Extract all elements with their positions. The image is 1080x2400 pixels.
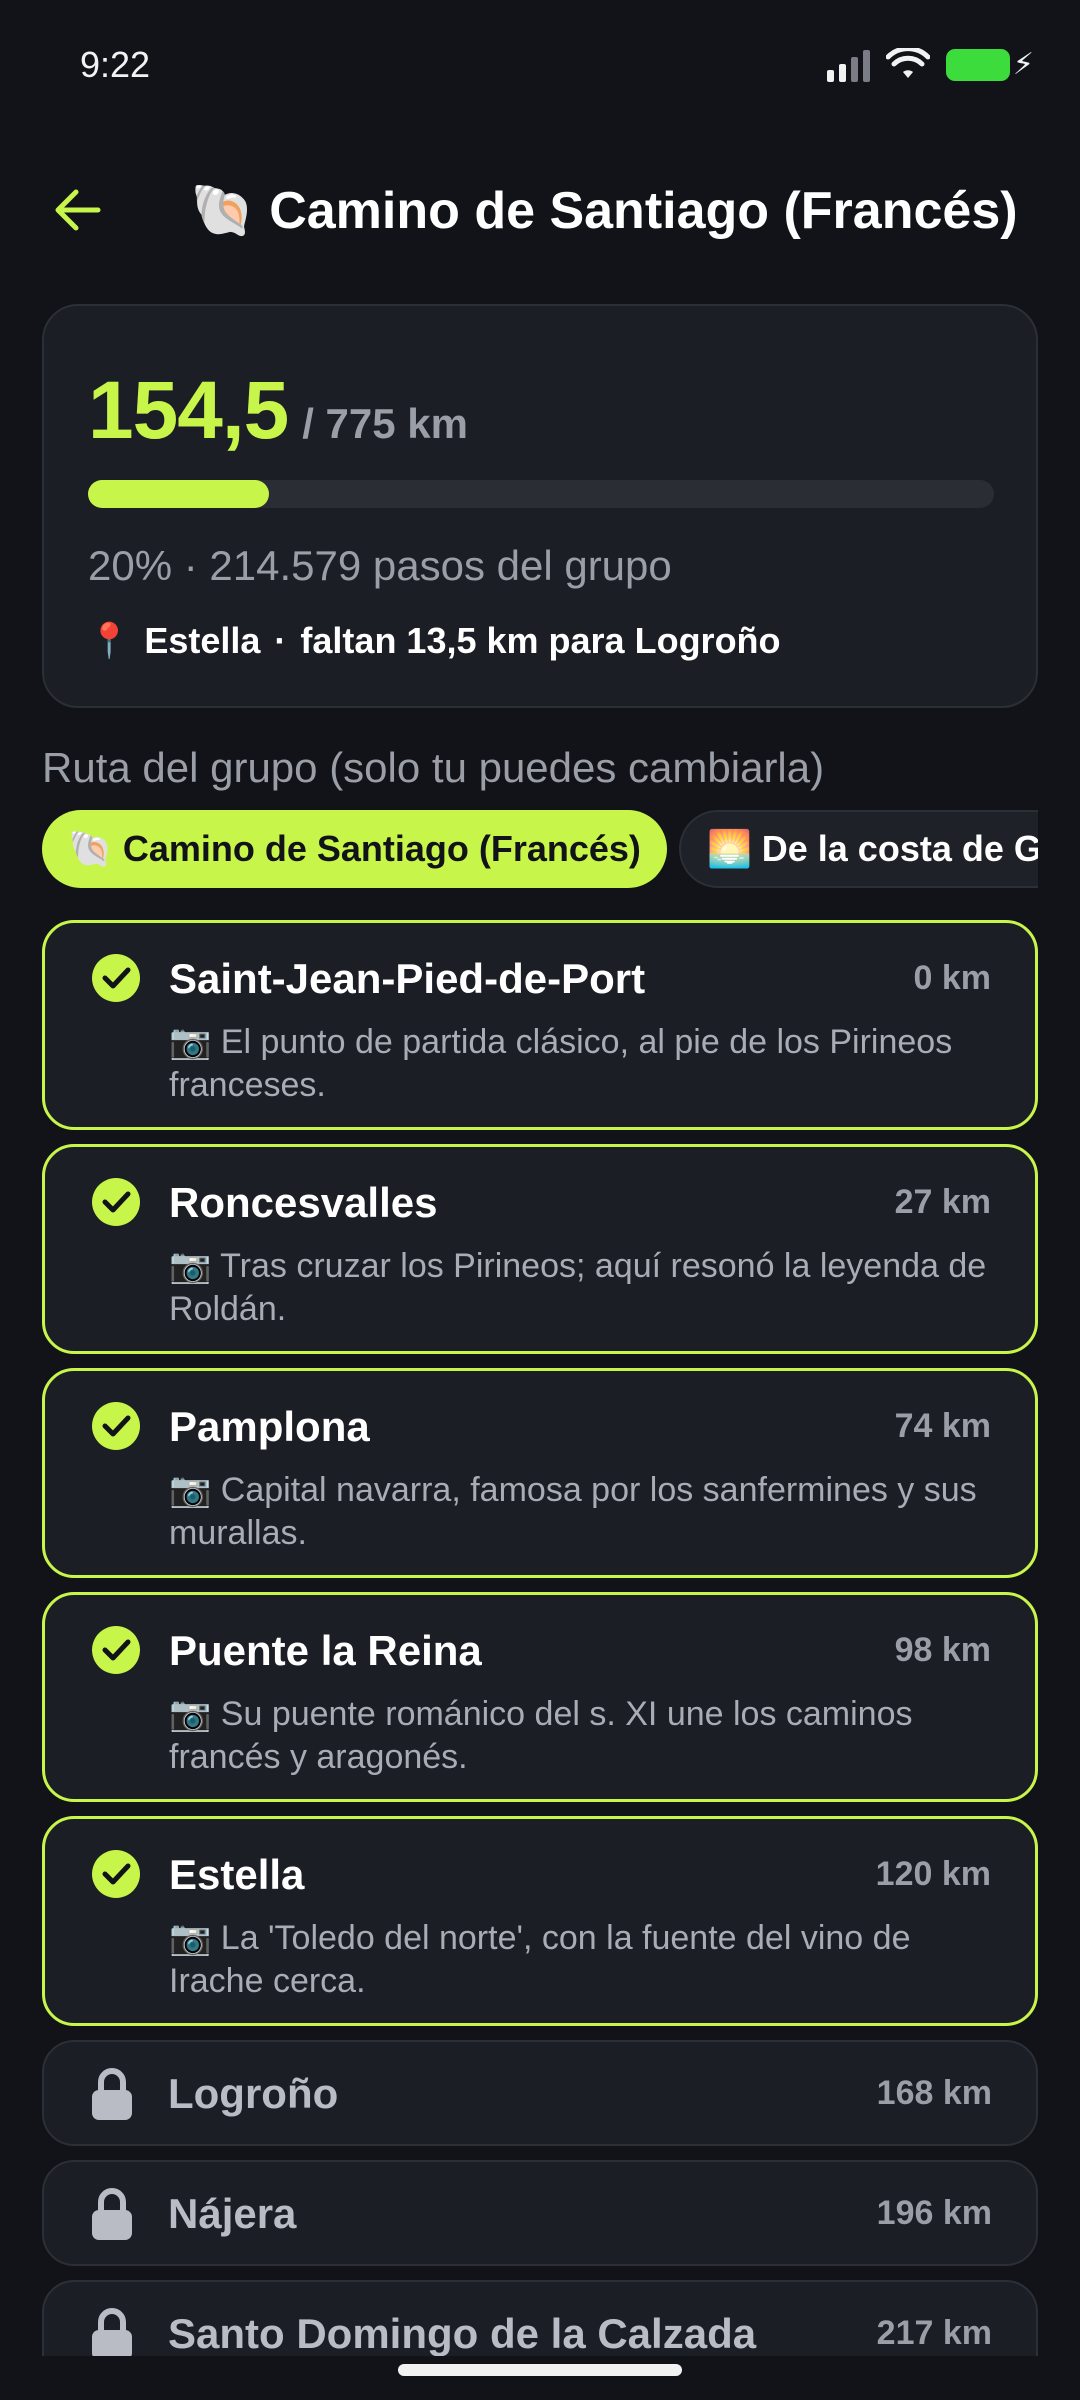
page-title: 🐚 Camino de Santiago (Francés)	[190, 182, 1018, 240]
lock-icon	[90, 2306, 134, 2360]
stop-name: Puente la Reina	[169, 1627, 482, 1674]
km-total: / 775 km	[302, 400, 468, 447]
progress-card: 154,5 / 775 km 20% · 214.579 pasos del g…	[42, 304, 1038, 708]
stop-card[interactable]: Saint-Jean-Pied-de-Port 0 km 📷 El punto de…	[42, 920, 1038, 1130]
separator-dot: ·	[274, 620, 287, 661]
stop-card[interactable]: Estella 120 km 📷 La 'Toledo del norte', co…	[42, 1816, 1038, 2026]
stop-description: 📷 Tras cruzar los Pirineos; aquí resonó …	[169, 1247, 987, 1328]
status-bar: 9:22 ⚡	[0, 0, 1080, 130]
stop-name: Nájera	[168, 2190, 297, 2237]
location-name: Estella	[144, 620, 261, 661]
wifi-icon	[886, 48, 930, 78]
stop-distance: 168 km	[876, 2074, 992, 2112]
home-indicator[interactable]	[398, 2364, 682, 2376]
stop-distance: 27 km	[894, 1183, 991, 1221]
lock-icon	[90, 2186, 134, 2247]
stop-distance: 120 km	[875, 1855, 991, 1893]
check-circle-icon	[91, 953, 141, 1008]
map-pin-icon: 📍	[88, 622, 131, 660]
stop-card[interactable]: Puente la Reina 98 km 📷 Su puente románico…	[42, 1592, 1038, 1802]
lock-icon	[90, 2066, 134, 2127]
stop-card[interactable]: Pamplona 74 km 📷 Capital navarra, famosa p…	[42, 1368, 1038, 1578]
stop-name: Saint-Jean-Pied-de-Port	[169, 955, 646, 1002]
stop-distance: 0 km	[913, 959, 992, 997]
bottom-fade	[0, 2356, 1080, 2400]
stop-distance: 217 km	[876, 2314, 992, 2352]
stop-card[interactable]: Santo Domingo de la Calzada 217 km	[42, 2280, 1038, 2360]
km-done: 154,5	[88, 365, 289, 456]
check-circle-icon	[91, 1401, 141, 1456]
stop-card[interactable]: Roncesvalles 27 km 📷 Tras cruzar los Pirin…	[42, 1144, 1038, 1354]
status-icons: ⚡	[827, 48, 1034, 82]
cellular-signal-icon	[827, 48, 870, 82]
stop-description: 📷 Su puente románico del s. XI une los c…	[169, 1695, 913, 1776]
stop-name: Estella	[169, 1851, 305, 1898]
stops-list: Saint-Jean-Pied-de-Port 0 km 📷 El punto de…	[42, 920, 1038, 2360]
stop-card[interactable]: Nájera 196 km	[42, 2160, 1038, 2266]
arrow-left-icon	[55, 189, 101, 231]
current-location: 📍 Estella · faltan 13,5 km para Logroño	[88, 620, 781, 662]
distance-summary: 154,5 / 775 km	[88, 364, 468, 458]
progress-bar	[88, 480, 994, 508]
stop-name: Pamplona	[169, 1403, 370, 1450]
stop-description: 📷 El punto de partida clásico, al pie de…	[169, 1023, 953, 1104]
check-circle-icon	[91, 1625, 141, 1680]
route-chip-costa[interactable]: 🌅 De la costa de Gra	[678, 810, 1038, 888]
stop-name: Logroño	[168, 2070, 339, 2117]
status-time: 9:22	[80, 44, 151, 85]
battery-icon: ⚡	[946, 48, 1034, 81]
check-circle-icon	[91, 1849, 141, 1904]
stop-name: Roncesvalles	[169, 1179, 438, 1226]
remaining-distance: faltan 13,5 km para Logroño	[300, 620, 781, 661]
charging-bolt-icon: ⚡	[1012, 48, 1034, 81]
route-chip-camino-frances[interactable]: 🐚 Camino de Santiago (Francés)	[42, 810, 667, 888]
back-button[interactable]	[50, 182, 106, 238]
check-circle-icon	[91, 1177, 141, 1232]
route-heading: Ruta del grupo (solo tu puedes cambiarla…	[42, 744, 825, 791]
header: 🐚 Camino de Santiago (Francés)	[0, 170, 1080, 250]
stop-card[interactable]: Logroño 168 km	[42, 2040, 1038, 2146]
stop-distance: 74 km	[894, 1407, 991, 1445]
stop-name: Santo Domingo de la Calzada	[168, 2310, 757, 2357]
stop-description: 📷 La 'Toledo del norte', con la fuente d…	[169, 1919, 911, 2000]
stop-description: 📷 Capital navarra, famosa por los sanfer…	[169, 1471, 977, 1552]
progress-bar-fill	[88, 480, 270, 508]
stop-distance: 98 km	[894, 1631, 991, 1669]
stop-distance: 196 km	[876, 2194, 992, 2232]
percent-steps-text: 20% · 214.579 pasos del grupo	[88, 542, 672, 589]
route-chips[interactable]: 🐚 Camino de Santiago (Francés) 🌅 De la c…	[42, 810, 1038, 890]
